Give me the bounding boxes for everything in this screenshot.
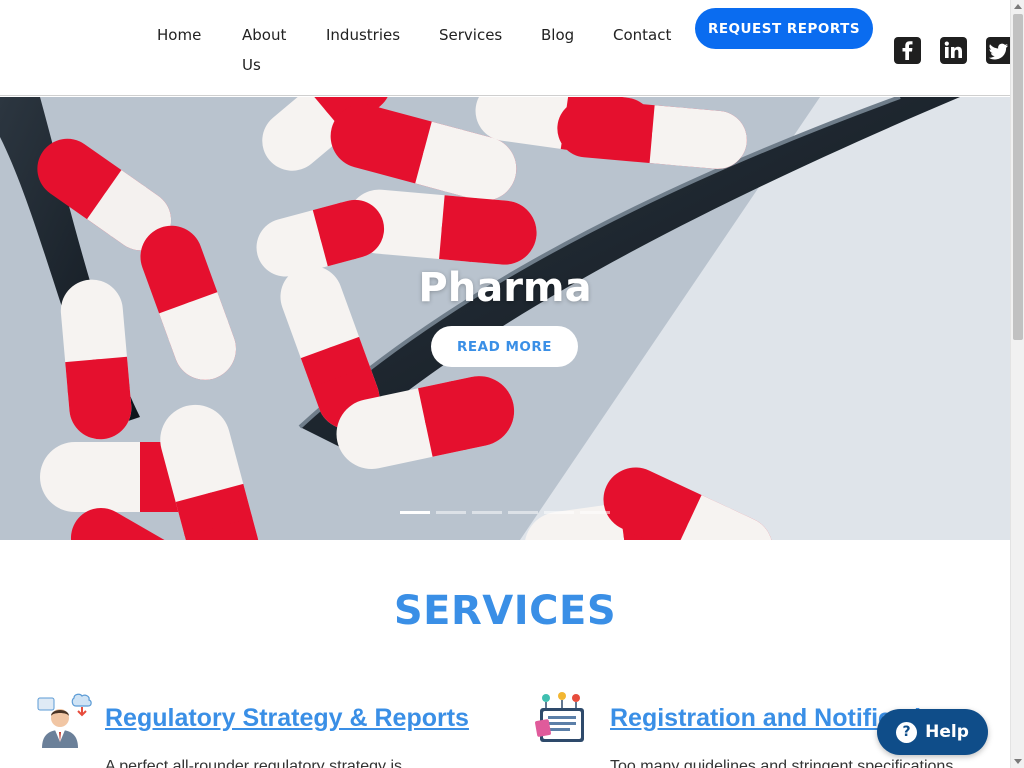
- service-regulatory-strategy-desc: A perfect all-rounder regulatory strateg…: [105, 758, 403, 768]
- scroll-up-icon[interactable]: [1014, 4, 1022, 9]
- help-label: Help: [925, 722, 969, 742]
- facebook-icon[interactable]: [894, 37, 921, 64]
- site-header: Home About Us Industries Services Blog C…: [0, 0, 1010, 96]
- nav-home[interactable]: Home: [157, 20, 201, 50]
- nav-about-us[interactable]: About Us: [242, 20, 298, 80]
- linkedin-icon[interactable]: [940, 37, 967, 64]
- help-button[interactable]: ? Help: [877, 709, 988, 755]
- hero-title: Pharma: [418, 265, 592, 311]
- document-icon: [530, 690, 590, 750]
- hero-slider: Pharma READ MORE: [0, 97, 1010, 540]
- slider-dot-3[interactable]: [472, 511, 502, 514]
- page-scrollbar[interactable]: [1010, 0, 1024, 768]
- service-regulatory-strategy-link[interactable]: Regulatory Strategy & Reports: [105, 704, 469, 733]
- nav-blog[interactable]: Blog: [541, 20, 574, 50]
- slider-dot-5[interactable]: [544, 511, 574, 514]
- nav-industries[interactable]: Industries: [326, 20, 400, 50]
- twitter-icon[interactable]: [986, 37, 1010, 64]
- consultant-icon: [36, 690, 96, 750]
- read-more-button[interactable]: READ MORE: [431, 326, 578, 367]
- services-heading: SERVICES: [393, 588, 617, 634]
- nav-services[interactable]: Services: [439, 20, 502, 50]
- slider-dot-6[interactable]: [580, 511, 610, 514]
- scrollbar-thumb[interactable]: [1013, 14, 1023, 340]
- question-icon: ?: [896, 721, 918, 743]
- slider-dot-2[interactable]: [436, 511, 466, 514]
- scroll-down-icon[interactable]: [1014, 759, 1022, 764]
- slider-dot-1[interactable]: [400, 511, 430, 514]
- nav-contact[interactable]: Contact: [613, 20, 671, 50]
- pills-photo: [0, 97, 1010, 540]
- service-registration-desc: Too many guidelines and stringent specif…: [610, 758, 954, 768]
- slider-dot-4[interactable]: [508, 511, 538, 514]
- request-reports-button[interactable]: REQUEST REPORTS: [695, 8, 873, 49]
